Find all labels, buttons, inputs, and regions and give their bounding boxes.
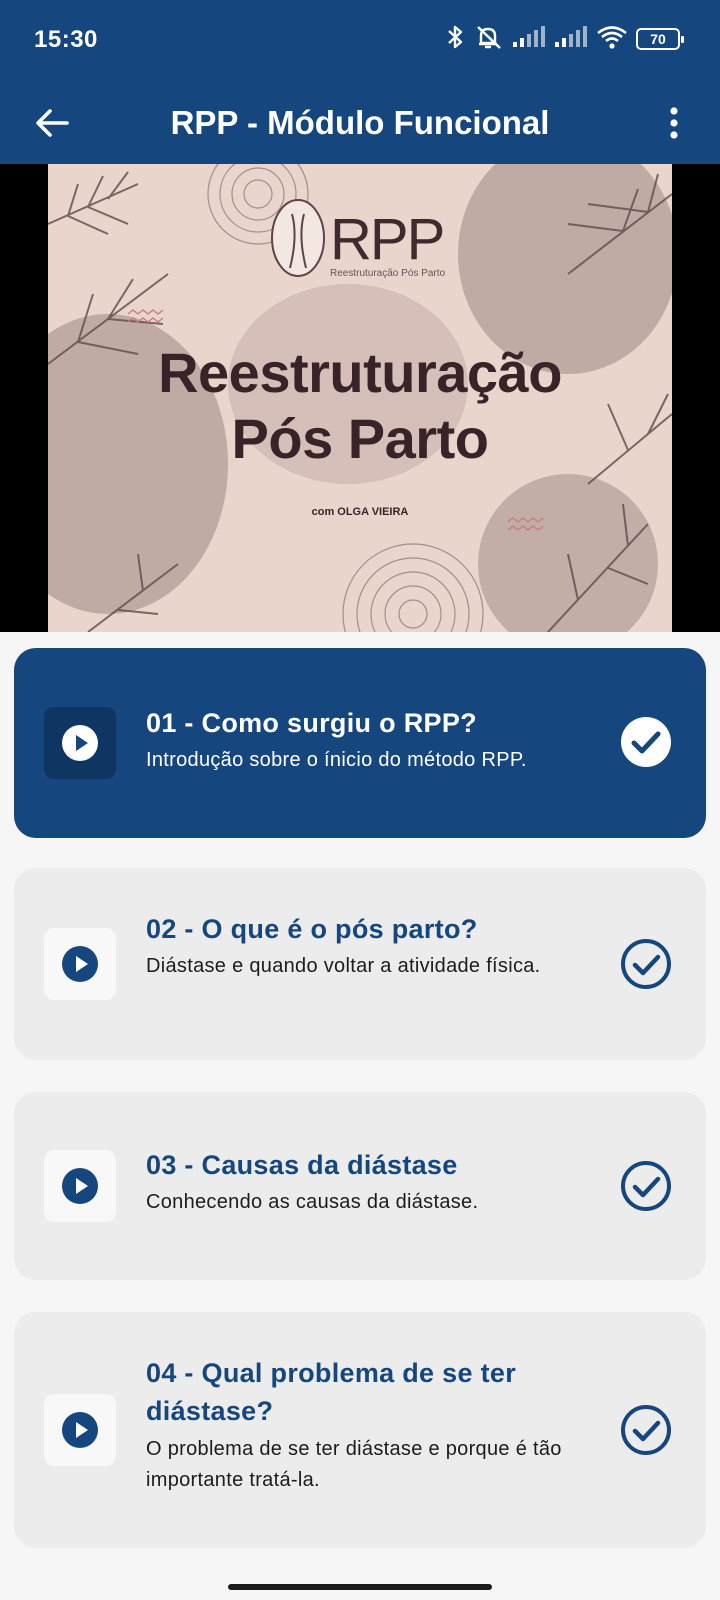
lesson-title: 01 - Como surgiu o RPP?	[146, 708, 477, 738]
lesson-item-3[interactable]: 03 - Causas da diástase Conhecendo as ca…	[14, 1092, 706, 1280]
lesson-description: Conhecendo as causas da diástase.	[146, 1191, 479, 1213]
wifi-icon	[596, 25, 628, 54]
play-button[interactable]	[44, 928, 116, 1000]
more-vertical-icon	[670, 107, 678, 139]
video-title-line-2: Pós Parto	[231, 407, 489, 470]
check-icon[interactable]	[620, 1404, 672, 1456]
status-icons: 70	[446, 24, 684, 55]
battery-icon: 70	[636, 28, 684, 50]
play-icon	[62, 725, 98, 761]
video-author: com OLGA VIEIRA	[311, 506, 409, 518]
lesson-text: 04 - Qual problema de se ter diástase? O…	[146, 1354, 606, 1496]
video-thumbnail: RPP Reestruturação Pós Parto Reestrutura…	[48, 164, 672, 632]
play-button[interactable]	[44, 1394, 116, 1466]
signal-icon	[512, 25, 546, 53]
app-bar: RPP - Módulo Funcional	[0, 82, 720, 164]
home-indicator[interactable]	[228, 1584, 492, 1590]
video-title: Reestruturação Pós Parto	[48, 340, 672, 472]
lesson-item-1[interactable]: 01 - Como surgiu o RPP? Introdução sobre…	[14, 648, 706, 838]
lesson-item-4[interactable]: 04 - Qual problema de se ter diástase? O…	[14, 1312, 706, 1548]
lesson-text: 01 - Como surgiu o RPP? Introdução sobre…	[146, 706, 606, 776]
more-options-button[interactable]	[654, 99, 694, 147]
mute-icon	[474, 24, 504, 55]
status-bar: 15:30 70	[0, 0, 720, 82]
arrow-left-icon	[36, 109, 69, 137]
signal-icon	[554, 25, 588, 53]
check-icon[interactable]	[620, 1160, 672, 1212]
logo-text: RPP	[330, 207, 445, 272]
play-icon	[62, 1168, 98, 1204]
lesson-title: 03 - Causas da diástase	[146, 1150, 458, 1180]
video-title-line-1: Reestruturação	[158, 341, 562, 404]
lesson-text: 03 - Causas da diástase Conhecendo as ca…	[146, 1148, 606, 1218]
lesson-description: Diástase e quando voltar a atividade fís…	[146, 955, 541, 977]
play-button[interactable]	[44, 1150, 116, 1222]
bluetooth-icon	[446, 24, 466, 55]
play-icon	[62, 1412, 98, 1448]
lesson-item-2[interactable]: 02 - O que é o pós parto? Diástase e qua…	[14, 868, 706, 1060]
lesson-title: 02 - O que é o pós parto?	[146, 914, 478, 944]
lesson-text: 02 - O que é o pós parto? Diástase e qua…	[146, 912, 606, 982]
lesson-title: 04 - Qual problema de se ter diástase?	[146, 1358, 517, 1426]
lesson-description: Introdução sobre o ínicio do método RPP.	[146, 749, 527, 771]
play-button[interactable]	[44, 707, 116, 779]
check-icon[interactable]	[620, 716, 672, 768]
play-icon	[62, 946, 98, 982]
video-player[interactable]: RPP Reestruturação Pós Parto Reestrutura…	[0, 164, 720, 632]
logo-subtitle: Reestruturação Pós Parto	[330, 268, 446, 279]
check-icon[interactable]	[620, 938, 672, 990]
back-button[interactable]	[28, 99, 76, 147]
status-time: 15:30	[34, 26, 98, 53]
lesson-description: O problema de se ter diástase e porque é…	[146, 1438, 562, 1491]
page-title: RPP - Módulo Funcional	[170, 104, 550, 141]
